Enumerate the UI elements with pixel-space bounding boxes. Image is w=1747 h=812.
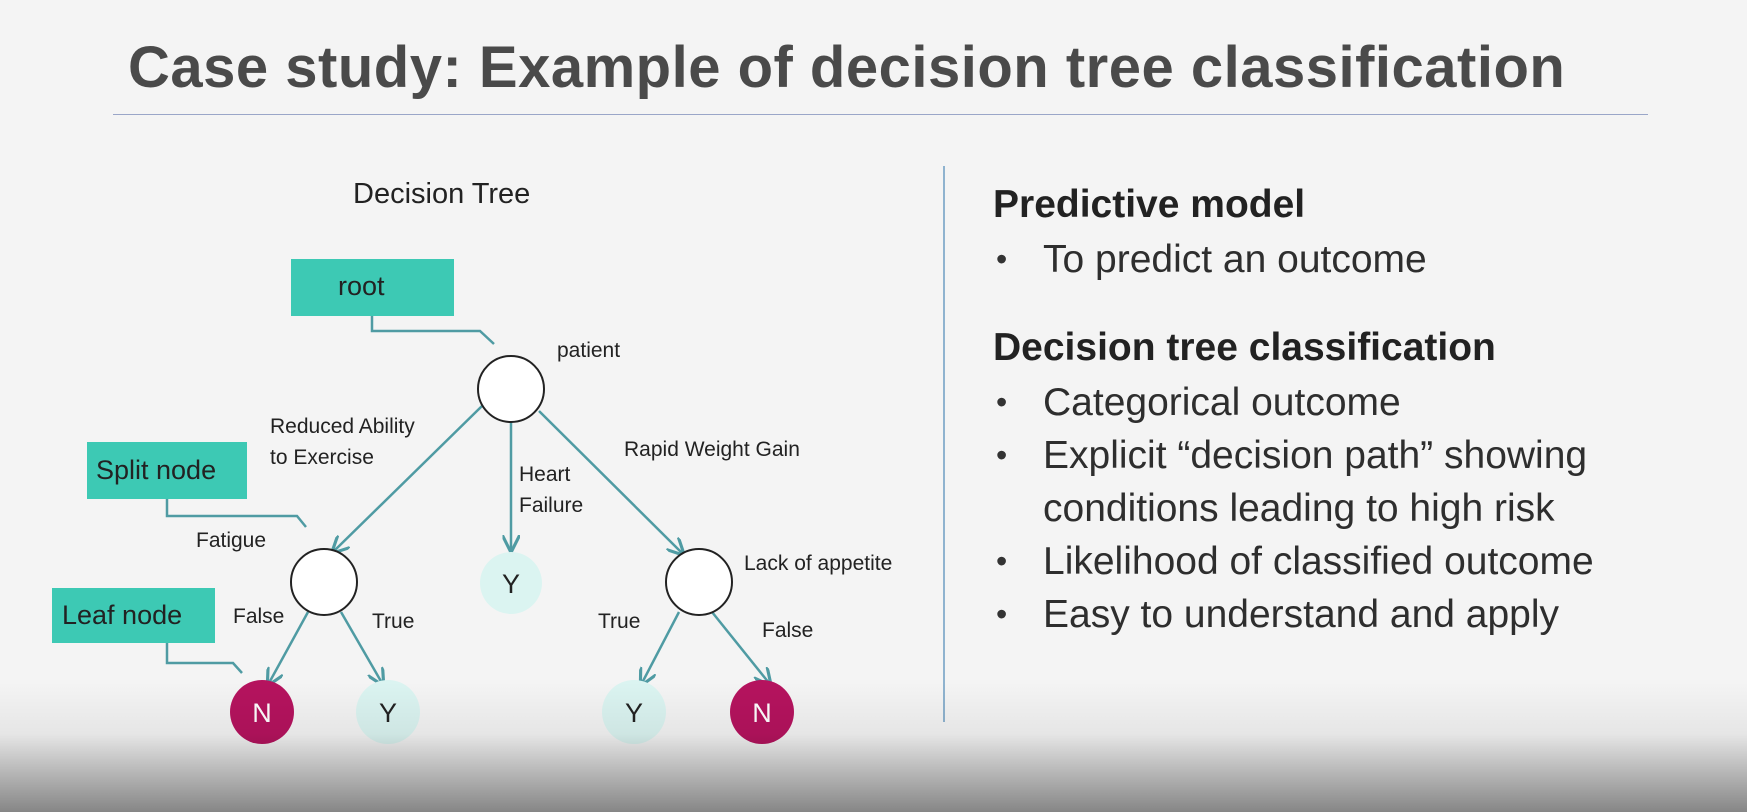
leaf-callout-connector (165, 643, 243, 674)
root-callout-label: root (338, 271, 385, 301)
classification-list: Categorical outcome Explicit “decision p… (993, 376, 1713, 641)
split-callout-connector (165, 499, 307, 528)
node-lack-of-appetite-label: Lack of appetite (744, 552, 892, 575)
bullet-categorical-outcome: Categorical outcome (993, 376, 1713, 429)
edge-appetite-true (642, 611, 681, 683)
diagram-heading: Decision Tree (353, 178, 530, 210)
classification-heading: Decision tree classification (993, 326, 1496, 369)
node-fatigue-label: Fatigue (196, 529, 266, 552)
node-fatigue (290, 548, 358, 616)
split-callout-label: Split node (96, 455, 216, 485)
node-lack-of-appetite (665, 548, 733, 616)
leaf-appetite-true-label: Y (625, 698, 643, 728)
edge-appetite-false (711, 611, 769, 683)
root-callout-connector (370, 316, 495, 345)
edge-label-fatigue-true: True (372, 610, 414, 633)
edge-label-heart-failure-2: Failure (519, 494, 583, 517)
edge-label-reduced-ability-2: to Exercise (270, 446, 374, 469)
leaf-callout-label: Leaf node (62, 600, 182, 630)
decision-tree-diagram: Decision Tree root Split node Leaf node … (52, 178, 892, 744)
leaf-fatigue-false-label: N (252, 698, 272, 728)
bullet-predict-outcome: To predict an outcome (993, 233, 1713, 286)
bullet-easy-to-understand: Easy to understand and apply (993, 588, 1713, 641)
right-panel: Predictive model To predict an outcome D… (993, 183, 1713, 641)
edge-label-appetite-false: False (762, 619, 813, 642)
edge-label-rapid-weight-gain: Rapid Weight Gain (624, 438, 800, 461)
edge-label-reduced-ability-1: Reduced Ability (270, 415, 415, 438)
edge-label-fatigue-false: False (233, 605, 284, 628)
vertical-divider (943, 166, 945, 722)
bullet-likelihood: Likelihood of classified outcome (993, 535, 1713, 588)
bullet-decision-path: Explicit “decision path” showing conditi… (993, 429, 1713, 535)
node-patient (477, 355, 545, 423)
predictive-model-heading: Predictive model (993, 183, 1306, 226)
edge-label-appetite-true: True (598, 610, 640, 633)
edge-label-heart-failure-1: Heart (519, 463, 571, 486)
leaf-appetite-false-label: N (752, 698, 772, 728)
predictive-model-list: To predict an outcome (993, 233, 1713, 286)
leaf-fatigue-true-label: Y (379, 698, 397, 728)
node-patient-label: patient (557, 339, 620, 362)
leaf-heart-failure-label: Y (502, 569, 520, 599)
